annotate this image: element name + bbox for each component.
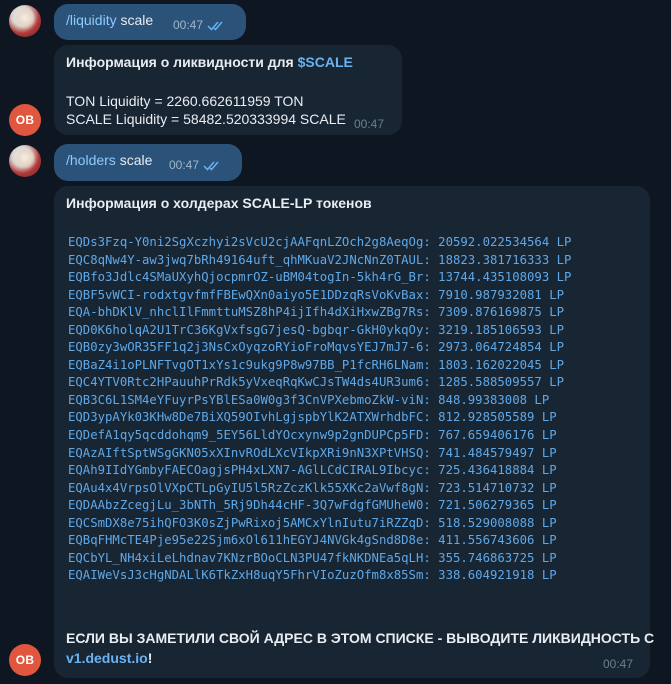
footer-warning: ЕСЛИ ВЫ ЗАМЕТИЛИ СВОЙ АДРЕС В ЭТОМ СПИСК… (66, 630, 655, 646)
command-argument: scale (119, 152, 153, 168)
chat-history: /liquidity scale 00:47 Информация о ликв… (0, 0, 671, 684)
user-avatar[interactable] (9, 145, 41, 177)
holder-entry[interactable]: EQD3ypAYk03KHw8De7BiXQ59OIvhLgjspbYlK2AT… (68, 409, 571, 427)
message-time: 00:47 (173, 18, 204, 32)
holder-entry[interactable]: EQCbYL_NH4xiLeLhdnav7KNzrBOoCLN3PU47fkNK… (68, 550, 571, 568)
holder-entry[interactable]: EQCSmDX8e75ihQFO3K0sZjPwRixoj5AMCxYlnIut… (68, 515, 571, 533)
sender-avatar[interactable]: OB (9, 644, 41, 676)
incoming-message-holders-info[interactable]: Информация о холдерах SCALE-LP токенов E… (54, 186, 654, 678)
message-time: 00:47 (169, 158, 200, 172)
liquidity-title-text: Информация о ликвидности для (66, 54, 298, 70)
scale-liquidity: SCALE Liquidity = 58482.520333994 SCALE (66, 111, 346, 127)
outgoing-message-holders[interactable]: /holders scale 00:47 (54, 144, 242, 181)
holder-entry[interactable]: EQAzAIftSptWSgGKN05xXInvROdLXcVIkpXRi9nN… (68, 445, 571, 463)
incoming-message-liquidity-info[interactable]: Информация о ликвидности для $SCALE TON … (54, 45, 402, 135)
holder-entry[interactable]: EQC4YTV0Rtc2HPauuhPrRdk5yVxeqRqKwCJsTW4d… (68, 374, 571, 392)
holder-entry[interactable]: EQA-bhDKlV_nhclIlFmmttuMSZ8hP4ijIfh4dXiH… (68, 304, 571, 322)
footer-link-line: v1.dedust.io! (66, 650, 152, 666)
holder-entry[interactable]: EQBqFHMcTE4Pje95e22Sjm6xOl611hEGYJ4NVGk4… (68, 532, 571, 550)
user-avatar[interactable] (9, 5, 41, 37)
double-check-icon (207, 20, 225, 31)
holder-entry[interactable]: EQDefA1qy5qcddohqm9_5EY56LldYOcxynw9p2gn… (68, 427, 571, 445)
holder-entry[interactable]: EQBF5vWCI-rodxtgvfmfFBEwQXn0aiyo5E1DDzqR… (68, 287, 571, 305)
message-text: /holders scale (66, 152, 152, 168)
holders-title: Информация о холдерах SCALE-LP токенов (66, 195, 372, 211)
holder-entry[interactable]: EQAu4x4VrpsOlVXpCTLpGyIU5l5RzZczKlk55XKc… (68, 480, 571, 498)
message-meta: 00:47 (169, 158, 221, 172)
command-argument: scale (120, 12, 154, 28)
cashtag-link[interactable]: $SCALE (298, 54, 353, 70)
holder-entry[interactable]: EQDs3Fzq-Y0ni2SgXczhyi2sVcU2cjAAFqnLZOch… (68, 234, 571, 252)
message-time: 00:47 (354, 117, 385, 131)
holder-entry[interactable]: EQBfo3Jdlc4SMaUXyhQjocpmrOZ-uBM04togIn-5… (68, 269, 571, 287)
holder-entry[interactable]: EQB3C6L1SM4eYFuyrPsYBlESa0W0g3f3CnVPXebm… (68, 392, 571, 410)
message-time: 00:47 (603, 657, 634, 671)
holder-entry[interactable]: EQD0K6holqA2U1TrC36KgVxfsgG7jesQ-bgbqr-G… (68, 322, 571, 340)
command-link-liquidity[interactable]: /liquidity (66, 12, 117, 28)
command-link-holders[interactable]: /holders (66, 152, 116, 168)
holder-entry[interactable]: EQBaZ4i1oPLNFTvgOT1xYs1c9ukg9P8w97BB_P1f… (68, 357, 571, 375)
holder-entry[interactable]: EQAh9IIdYGmbyFAECOagjsPH4xLXN7-AGlLCdCIR… (68, 462, 571, 480)
holders-list: EQDs3Fzq-Y0ni2SgXczhyi2sVcU2cjAAFqnLZOch… (68, 234, 571, 585)
holder-entry[interactable]: EQAIWeVsJ3cHgNDALlK6TkZxH8uqY5FhrVIoZuzO… (68, 567, 571, 585)
message-text: /liquidity scale (66, 12, 153, 28)
outgoing-message-liquidity[interactable]: /liquidity scale 00:47 (54, 4, 246, 40)
holder-entry[interactable]: EQC8qNw4Y-aw3jwq7bRh49164uft_qhMKuaV2JNc… (68, 252, 571, 270)
holder-entry[interactable]: EQB0zy3wOR35FF1q2j3NsCxOyqzoRYioFroMqvsY… (68, 339, 571, 357)
sender-avatar[interactable]: OB (9, 104, 41, 136)
double-check-icon (203, 160, 221, 171)
ton-liquidity: TON Liquidity = 2260.662611959 TON (66, 93, 304, 109)
message-meta: 00:47 (173, 18, 225, 32)
dedust-link[interactable]: v1.dedust.io (66, 650, 148, 666)
footer-suffix: ! (147, 650, 153, 666)
liquidity-title: Информация о ликвидности для $SCALE (66, 54, 353, 70)
holder-entry[interactable]: EQDAAbzZcegjLu_3bNTh_5Rj9Dh44cHF-3Q7wFdg… (68, 497, 571, 515)
